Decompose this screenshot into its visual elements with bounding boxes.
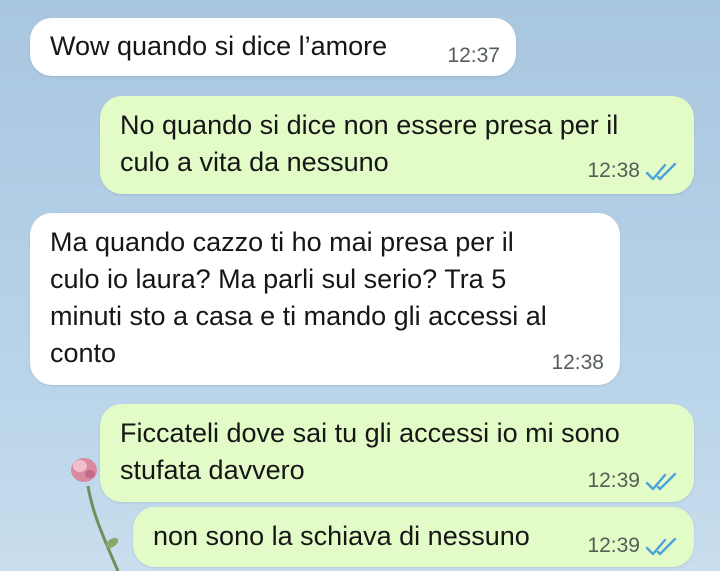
- message-timestamp: 12:38: [587, 159, 640, 182]
- message-bubble-incoming[interactable]: Ma quando cazzo ti ho mai presa per il c…: [30, 213, 620, 385]
- message-timestamp: 12:37: [447, 44, 500, 67]
- message-text: No quando si dice non essere presa per i…: [120, 110, 619, 177]
- message-timestamp: 12:38: [551, 351, 604, 374]
- message-timestamp: 12:39: [587, 534, 640, 557]
- double-check-read-icon: [645, 537, 677, 556]
- message-text: Ficcateli dove sai tu gli accessi io mi …: [120, 418, 620, 485]
- message-bubble-outgoing[interactable]: non sono la schiava di nessuno 12:39: [133, 507, 694, 567]
- message-bubble-outgoing[interactable]: No quando si dice non essere presa per i…: [100, 96, 694, 194]
- message-timestamp: 12:39: [587, 469, 640, 492]
- message-text: non sono la schiava di nessuno: [153, 521, 530, 551]
- message-text: Ma quando cazzo ti ho mai presa per il c…: [50, 227, 547, 368]
- message-bubble-outgoing[interactable]: Ficcateli dove sai tu gli accessi io mi …: [100, 404, 694, 502]
- message-text: Wow quando si dice l’amore: [50, 31, 388, 61]
- double-check-read-icon: [645, 472, 677, 491]
- message-bubble-incoming[interactable]: Wow quando si dice l’amore 12:37: [30, 18, 516, 76]
- double-check-read-icon: [645, 162, 677, 181]
